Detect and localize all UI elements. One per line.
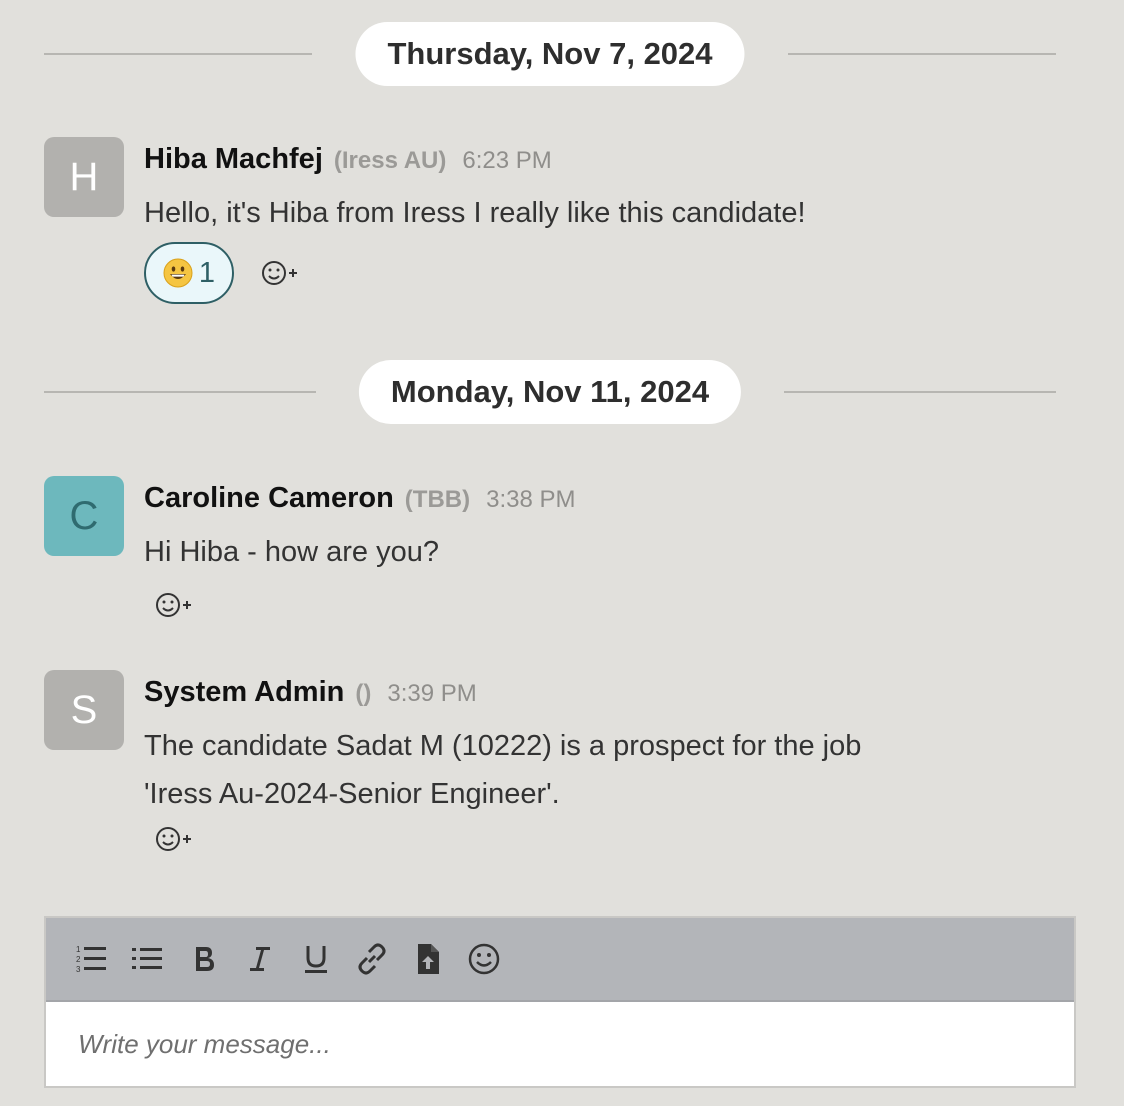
message-line: 'Iress Au-2024-Senior Engineer'. [144, 778, 560, 810]
message-line: Hi Hiba - how are you? [144, 536, 439, 568]
divider-line-right [784, 391, 1056, 393]
reactions-row [154, 589, 194, 621]
message-line: The candidate Sadat M (10222) is a prosp… [144, 730, 862, 762]
underline-button[interactable] [298, 941, 334, 977]
avatar[interactable]: H [44, 137, 124, 217]
author-name[interactable]: Caroline Cameron [144, 482, 394, 515]
add-reaction-icon[interactable] [260, 257, 300, 289]
emoji-icon [468, 943, 500, 975]
message-text: Hi Hiba - how are you? [144, 528, 439, 576]
date-label: Monday, Nov 11, 2024 [358, 360, 742, 424]
author-org: () [355, 680, 372, 707]
message-input[interactable] [46, 1002, 1074, 1086]
message-header: Caroline Cameron (TBB) 3:38 PM [144, 482, 576, 515]
timestamp: 6:23 PM [462, 147, 552, 174]
svg-text:3: 3 [76, 965, 81, 974]
author-name[interactable]: Hiba Machfej [144, 143, 323, 176]
reaction-count: 1 [198, 256, 216, 289]
italic-button[interactable] [242, 941, 278, 977]
message-header: System Admin () 3:39 PM [144, 676, 477, 709]
emoji-button[interactable] [466, 941, 502, 977]
svg-text:2: 2 [76, 955, 81, 964]
italic-icon [250, 947, 270, 971]
message-header: Hiba Machfej (Iress AU) 6:23 PM [144, 143, 552, 176]
ordered-list-icon: 1 2 3 [76, 945, 106, 974]
divider-line-left [44, 53, 312, 55]
reactions-row [154, 823, 194, 855]
ordered-list-button[interactable]: 1 2 3 [74, 941, 110, 977]
bold-icon [196, 947, 214, 971]
divider-line-right [788, 53, 1056, 55]
bullet-list-button[interactable] [130, 941, 166, 977]
svg-text:1: 1 [76, 945, 81, 954]
author-name[interactable]: System Admin [144, 676, 344, 709]
timestamp: 3:39 PM [387, 680, 477, 707]
date-label: Thursday, Nov 7, 2024 [355, 22, 745, 86]
link-button[interactable] [354, 941, 390, 977]
date-divider: Monday, Nov 11, 2024 [44, 360, 1056, 424]
bold-button[interactable] [186, 941, 222, 977]
date-divider: Thursday, Nov 7, 2024 [44, 22, 1056, 86]
add-reaction-icon[interactable] [154, 589, 194, 621]
bullet-list-icon [132, 948, 162, 969]
formatting-toolbar: 1 2 3 [46, 918, 1074, 1002]
reaction-chip[interactable]: 1 [144, 242, 234, 304]
divider-line-left [44, 391, 316, 393]
grinning-face-icon [163, 258, 193, 288]
avatar[interactable]: C [44, 476, 124, 556]
reactions-row: 1 [144, 242, 300, 304]
file-upload-icon [418, 944, 439, 974]
file-upload-button[interactable] [410, 941, 446, 977]
add-reaction-icon[interactable] [154, 823, 194, 855]
underline-icon [305, 946, 327, 973]
message-composer: 1 2 3 [44, 916, 1076, 1088]
link-icon [358, 943, 386, 975]
avatar[interactable]: S [44, 670, 124, 750]
message-text: Hello, it's Hiba from Iress I really lik… [144, 189, 806, 237]
timestamp: 3:38 PM [486, 486, 576, 513]
author-org: (Iress AU) [333, 147, 447, 174]
author-org: (TBB) [404, 486, 471, 513]
message-line: Hello, it's Hiba from Iress I really lik… [144, 197, 806, 229]
message-text: The candidate Sadat M (10222) is a prosp… [144, 722, 861, 818]
